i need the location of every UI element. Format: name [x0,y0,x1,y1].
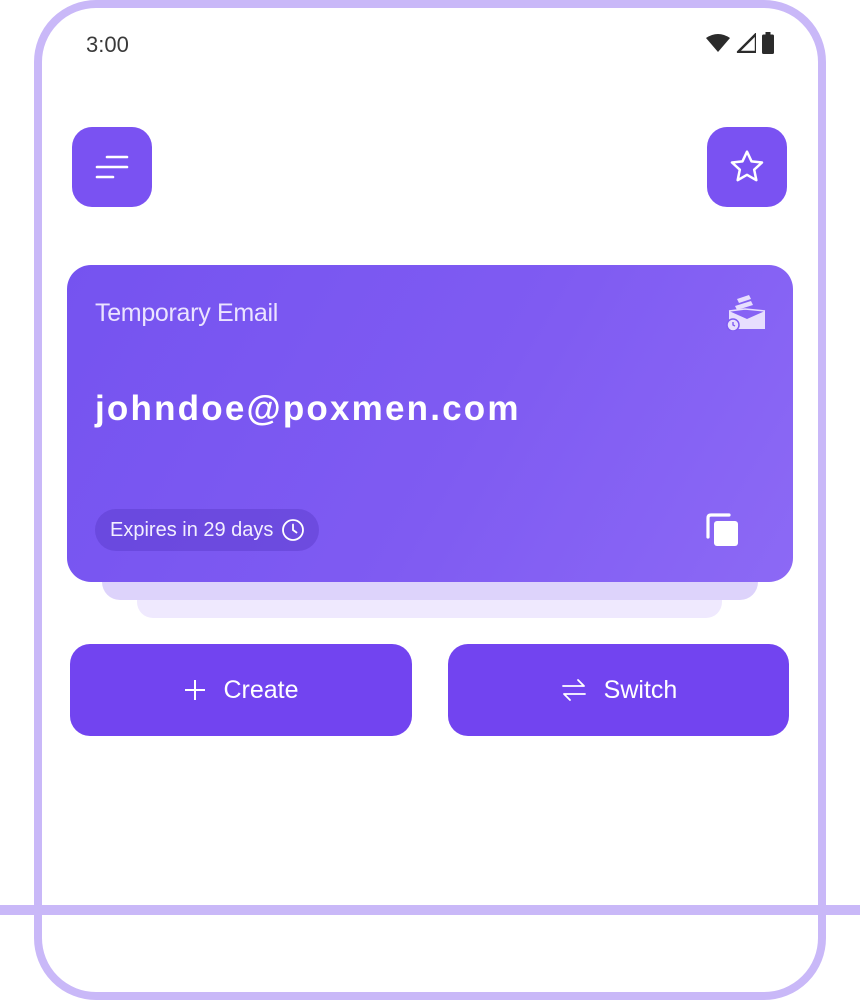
status-bar: 3:00 [86,28,780,62]
create-button-label: Create [223,675,299,704]
copy-icon[interactable] [703,511,743,551]
swap-arrows-icon [561,679,586,701]
star-icon [730,150,764,182]
menu-button[interactable] [72,127,152,207]
mail-clock-icon [726,295,766,331]
expiry-text: Expires in 29 days [110,518,274,541]
card-title: Temporary Email [95,299,279,327]
temporary-email-address: johndoe@poxmen.com [95,389,521,428]
status-time: 3:00 [86,32,129,57]
temporary-email-card: Temporary Email johndoe@poxmen.com Expir… [67,265,793,582]
cell-signal-icon [736,33,756,53]
plus-icon [185,680,206,700]
status-icons [706,32,774,54]
switch-button-label: Switch [603,675,678,704]
expiry-badge: Expires in 29 days [95,509,320,551]
favorite-button[interactable] [707,127,787,207]
frame-bottom-edge [0,905,860,915]
create-button[interactable]: Create [70,644,412,736]
clock-icon [282,519,305,541]
battery-icon [762,32,774,54]
switch-button[interactable]: Switch [448,644,789,736]
menu-icon [95,155,129,179]
wifi-icon [706,34,730,52]
